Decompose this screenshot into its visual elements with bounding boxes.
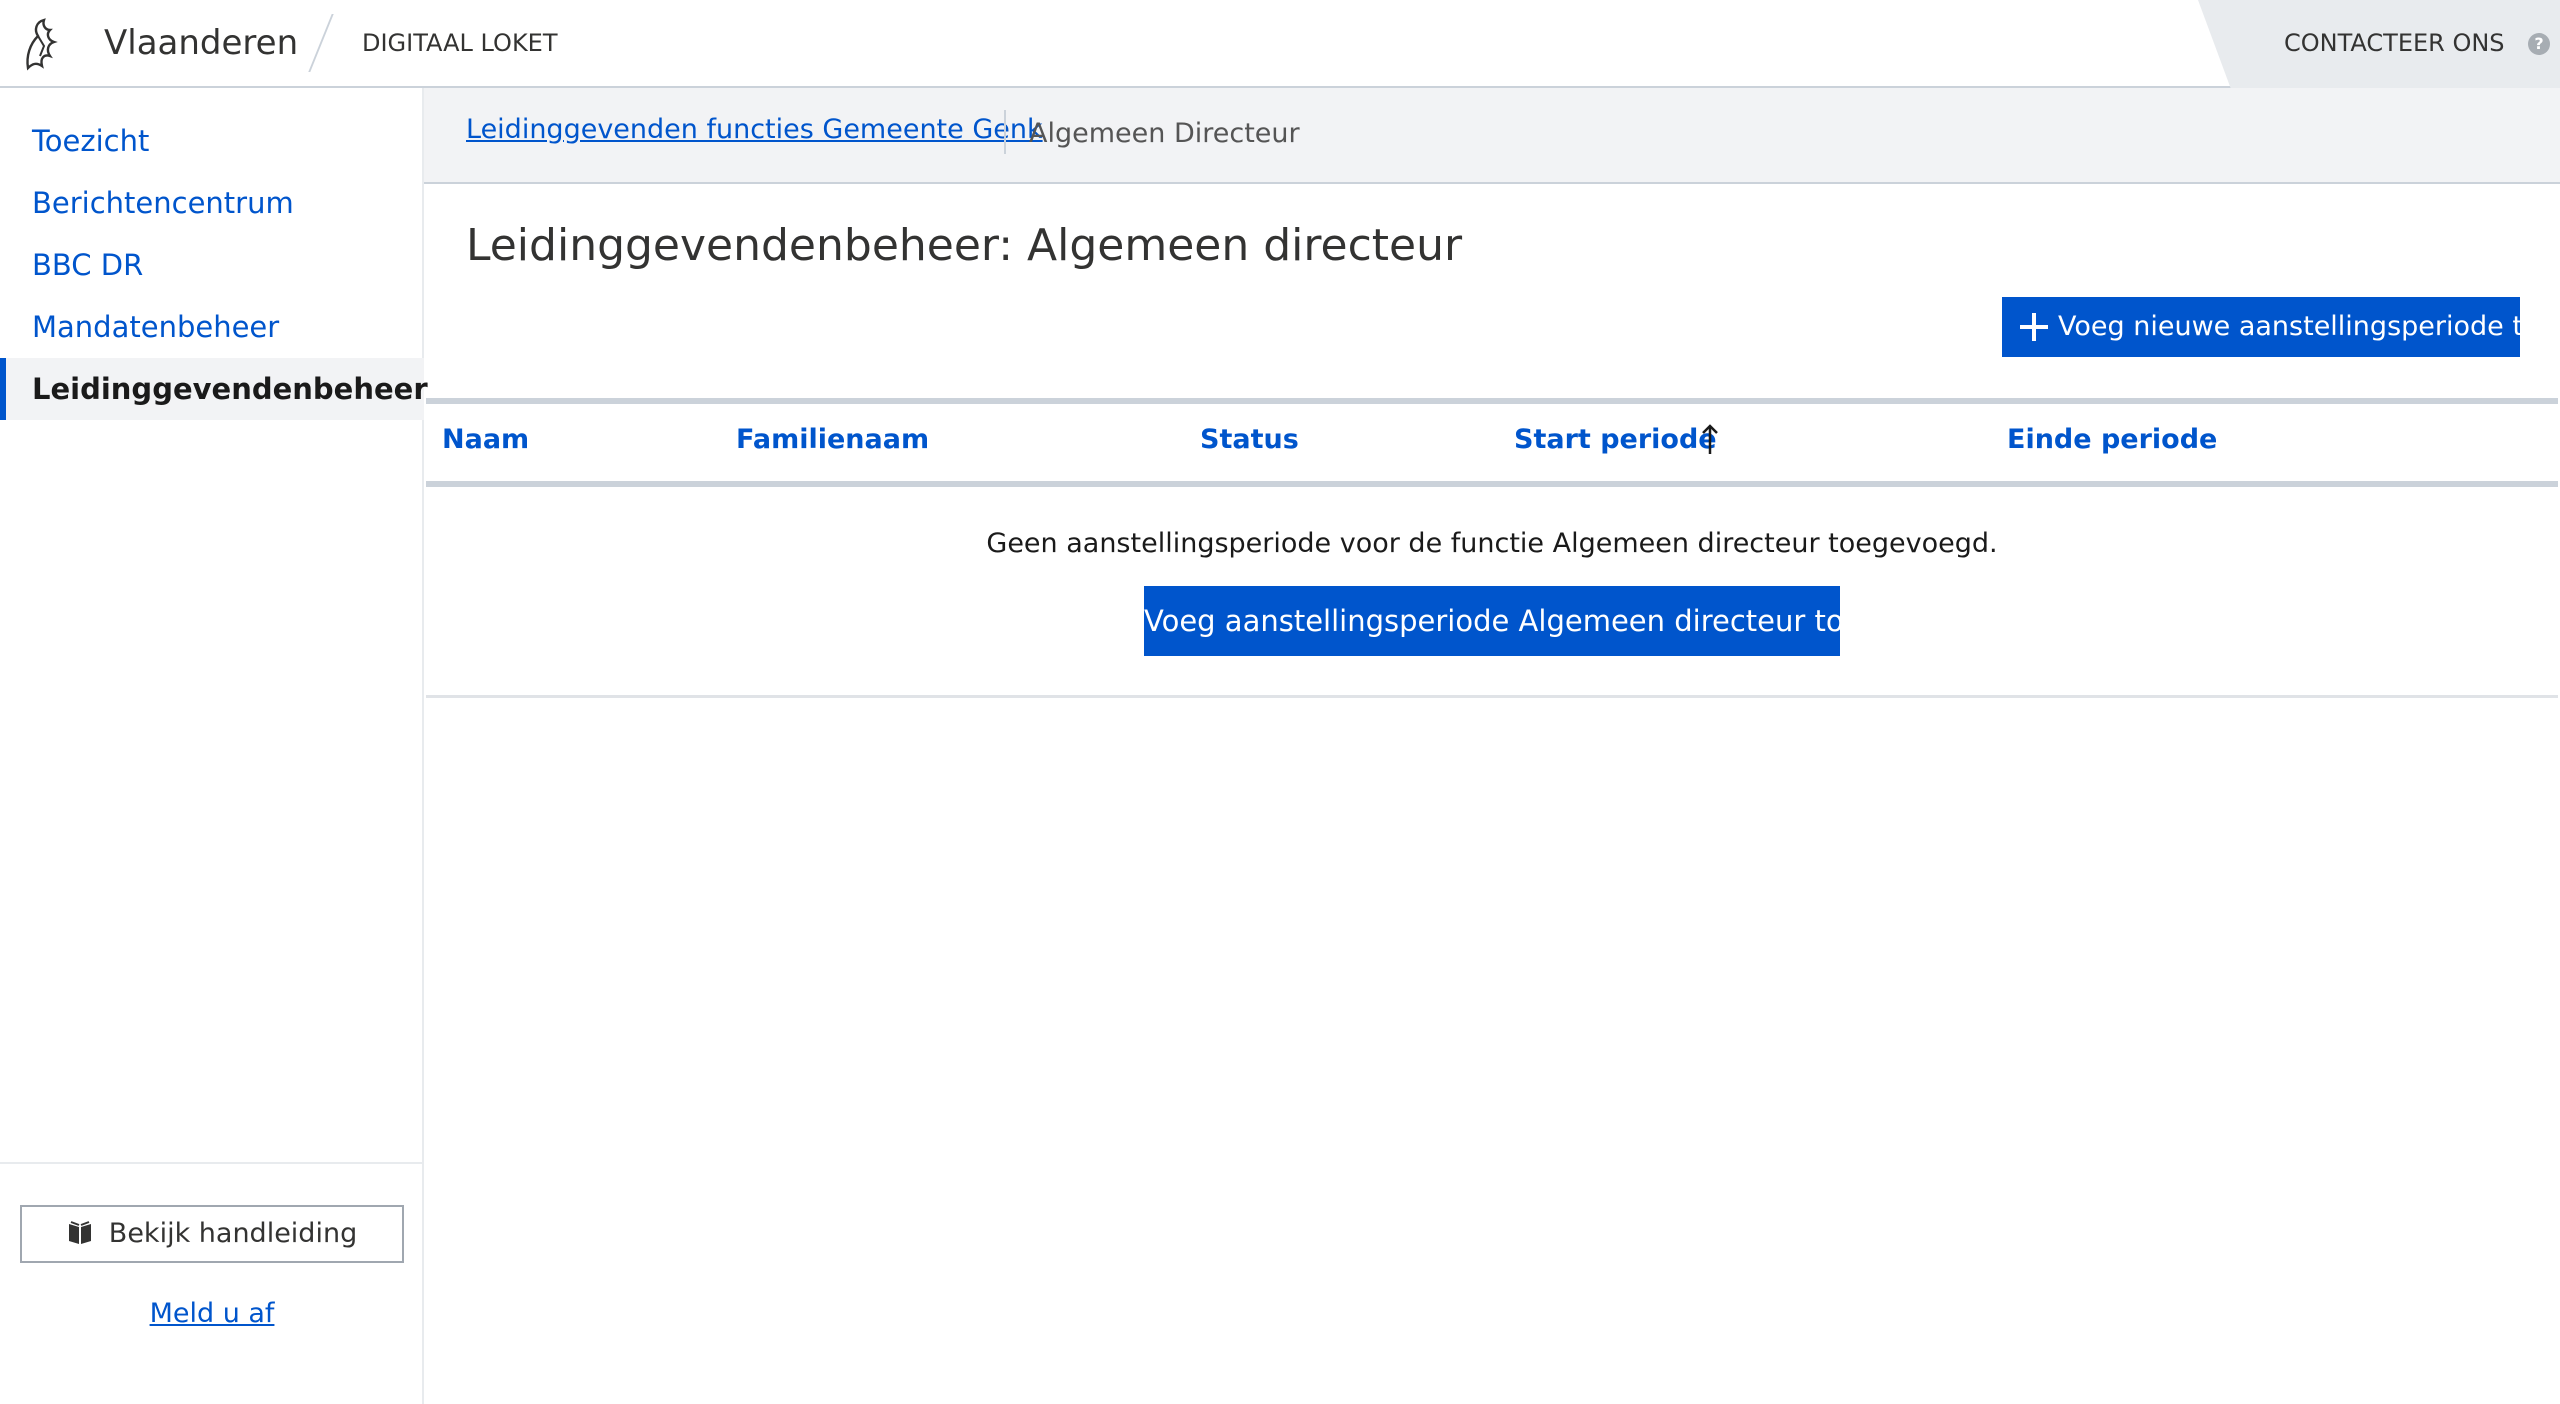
help-icon: ? bbox=[2528, 33, 2550, 55]
sidebar-item-leidinggevendenbeheer[interactable]: Leidinggevendenbeheer bbox=[0, 358, 428, 420]
sidebar-item-bbc-dr[interactable]: BBC DR bbox=[0, 234, 424, 296]
add-period-empty-button[interactable]: Voeg aanstellingsperiode Algemeen direct… bbox=[1144, 586, 1861, 656]
table-bottom-border bbox=[426, 695, 2558, 698]
brand-name[interactable]: Vlaanderen bbox=[104, 20, 298, 66]
table-header-border bbox=[426, 481, 2558, 487]
column-header-einde-periode[interactable]: Einde periode bbox=[2007, 424, 2217, 455]
breadcrumb-divider bbox=[1004, 110, 1006, 154]
flemish-lion-icon[interactable] bbox=[20, 16, 60, 74]
breadcrumb-parent-link[interactable]: Leidinggevenden functies Gemeente Genk bbox=[466, 114, 1043, 145]
breadcrumb-current: Algemeen Directeur bbox=[1029, 118, 1300, 149]
sidebar: Toezicht Berichtencentrum BBC DR Mandate… bbox=[0, 88, 428, 1404]
top-header: Vlaanderen DIGITAAL LOKET CONTACTEER ONS… bbox=[0, 0, 2560, 88]
breadcrumb: Leidinggevenden functies Gemeente Genk A… bbox=[424, 88, 2560, 184]
app-name[interactable]: DIGITAAL LOKET bbox=[362, 26, 558, 60]
sidebar-item-mandatenbeheer[interactable]: Mandatenbeheer bbox=[0, 296, 424, 358]
page-title: Leidinggevendenbeheer: Algemeen directeu… bbox=[466, 220, 1463, 271]
column-header-naam[interactable]: Naam bbox=[442, 424, 529, 455]
column-header-start-periode[interactable]: Start periode bbox=[1514, 424, 1717, 455]
plus-icon bbox=[2020, 313, 2048, 341]
column-header-familienaam[interactable]: Familienaam bbox=[736, 424, 929, 455]
manual-button-label: Bekijk handleiding bbox=[108, 1218, 358, 1249]
header-divider bbox=[308, 14, 334, 72]
add-period-button[interactable]: Voeg nieuwe aanstellingsperiode toe bbox=[2002, 297, 2556, 357]
contact-button[interactable]: CONTACTEER ONS ? bbox=[2198, 0, 2560, 88]
logout-link[interactable]: Meld u af bbox=[0, 1298, 424, 1329]
table-top-border bbox=[426, 398, 2558, 404]
manual-button[interactable]: Bekijk handleiding bbox=[20, 1205, 404, 1263]
sidebar-item-toezicht[interactable]: Toezicht bbox=[0, 110, 424, 172]
empty-state-message: Geen aanstellingsperiode voor de functie… bbox=[986, 528, 1998, 559]
add-period-button-label: Voeg nieuwe aanstellingsperiode toe bbox=[2058, 311, 2557, 342]
main-content: Leidinggevenden functies Gemeente Genk A… bbox=[424, 88, 2560, 1404]
book-icon bbox=[68, 1221, 91, 1244]
column-header-status[interactable]: Status bbox=[1200, 424, 1299, 455]
sidebar-item-berichtencentrum[interactable]: Berichtencentrum bbox=[0, 172, 424, 234]
sidebar-divider bbox=[0, 1162, 424, 1164]
sort-ascending-icon[interactable] bbox=[1700, 422, 1720, 458]
contact-label: CONTACTEER ONS bbox=[2284, 29, 2505, 57]
